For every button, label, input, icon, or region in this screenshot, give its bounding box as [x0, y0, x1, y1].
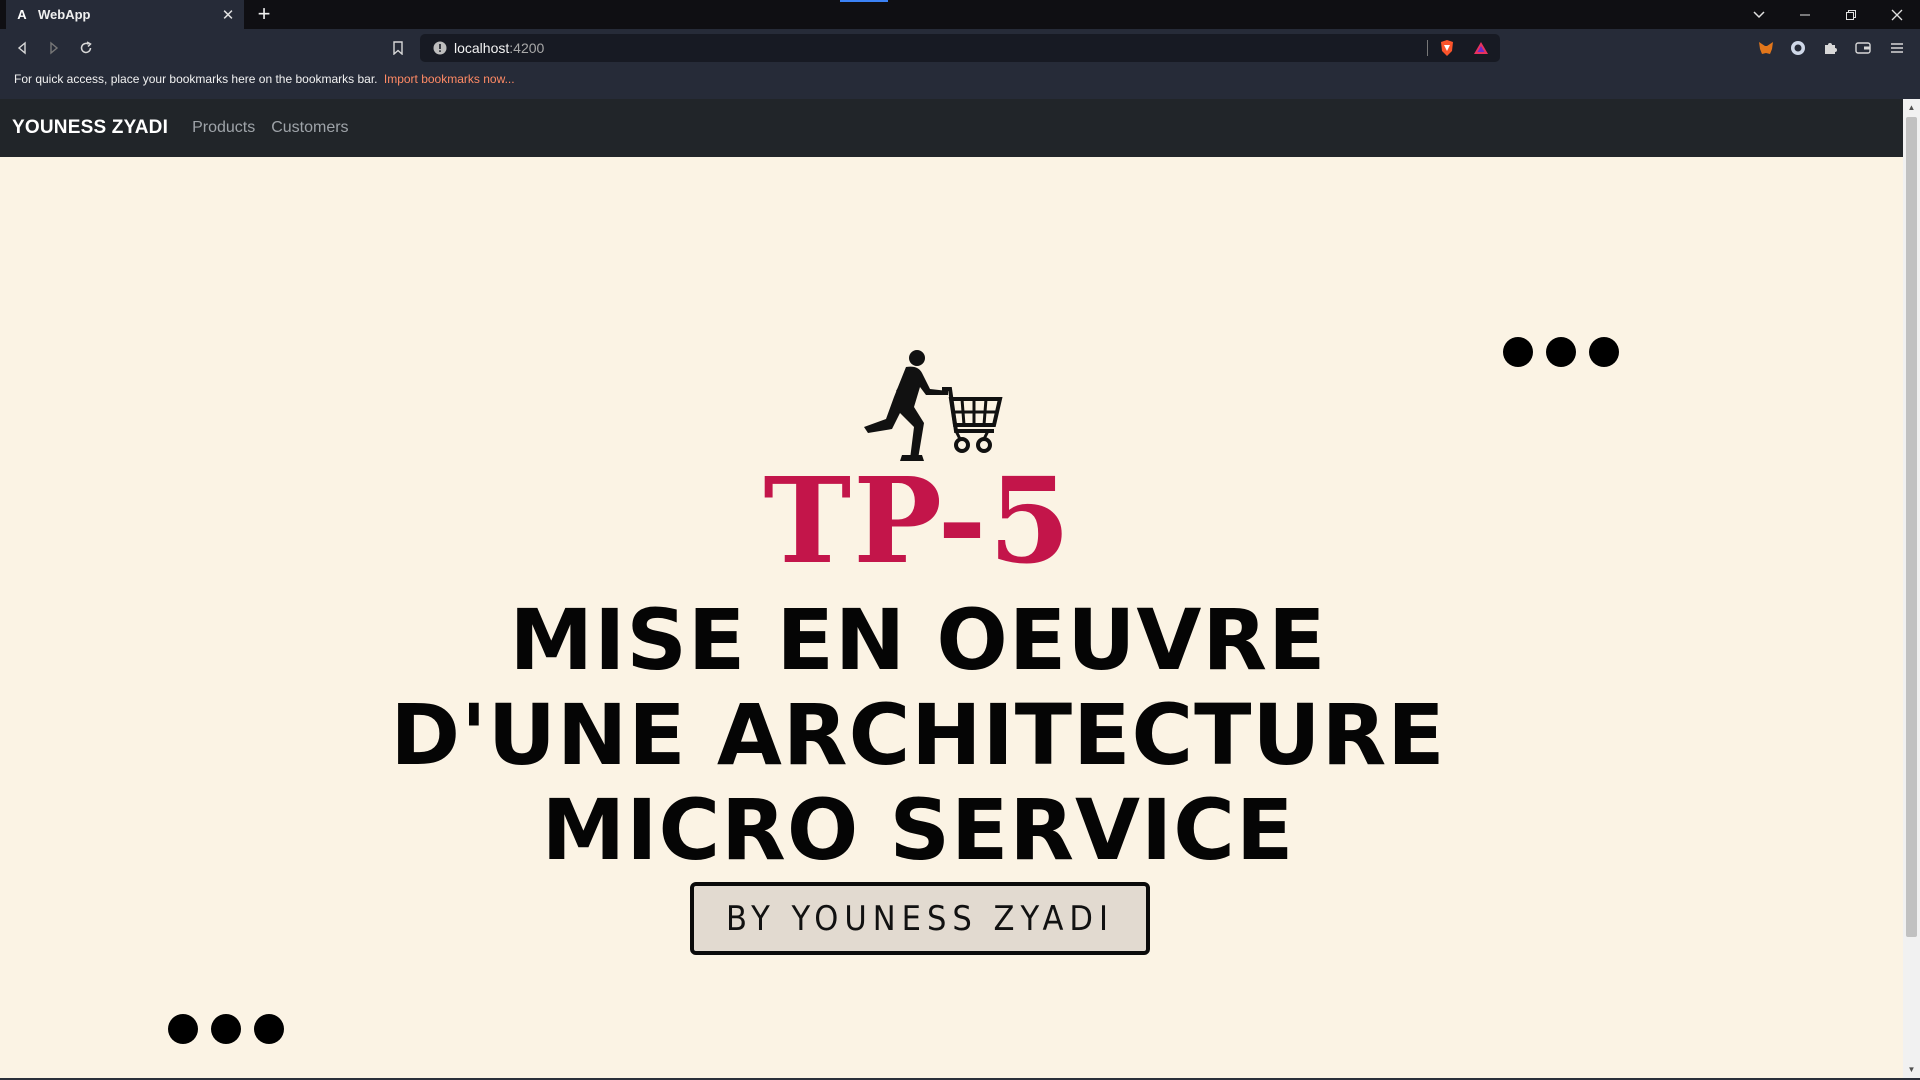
- headline-line-1: MISE EN OEUVRE: [509, 591, 1327, 689]
- forward-button[interactable]: [41, 35, 67, 61]
- reload-button[interactable]: [73, 35, 99, 61]
- scroll-up-arrow-icon[interactable]: ▲: [1903, 99, 1920, 115]
- bookmarks-bar: For quick access, place your bookmarks h…: [0, 67, 1920, 99]
- tab-favicon-icon: A: [17, 7, 27, 22]
- browser-tab-strip: A WebApp ✕ +: [0, 0, 1920, 29]
- dot: [1503, 337, 1533, 367]
- address-bar[interactable]: localhost:4200: [420, 34, 1500, 62]
- menu-hamburger-icon[interactable]: [1888, 39, 1906, 57]
- scrollbar-thumb[interactable]: [1906, 117, 1917, 937]
- bookmarks-hint-text: For quick access, place your bookmarks h…: [14, 72, 378, 86]
- shopping-cart-runner-icon: [864, 350, 1003, 461]
- site-info-icon[interactable]: [432, 40, 448, 56]
- new-tab-button[interactable]: +: [252, 3, 276, 27]
- decorative-dots-bottom-left: [168, 1014, 284, 1044]
- extensions-puzzle-icon[interactable]: [1821, 39, 1839, 57]
- tab-title: WebApp: [38, 7, 91, 22]
- tab-search-chevron-icon[interactable]: [1736, 0, 1782, 29]
- app-navbar: YOUNESS ZYADI Products Customers: [0, 99, 1903, 157]
- nav-link-customers[interactable]: Customers: [271, 119, 348, 137]
- scroll-down-arrow-icon[interactable]: ▼: [1903, 1061, 1920, 1077]
- hero-banner: TP-5 MISE EN OEUVRE D'UNE ARCHITECTURE M…: [0, 157, 1903, 1078]
- dot: [1589, 337, 1619, 367]
- brand-name[interactable]: YOUNESS ZYADI: [12, 117, 168, 139]
- metamask-fox-icon[interactable]: [1757, 39, 1775, 57]
- browser-toolbar: localhost:4200: [0, 29, 1920, 67]
- back-button[interactable]: [9, 35, 35, 61]
- bookmark-icon[interactable]: [385, 35, 411, 61]
- brave-shields-icon[interactable]: [1438, 39, 1456, 57]
- restore-button[interactable]: [1828, 0, 1874, 29]
- extension-circle-icon[interactable]: [1789, 39, 1807, 57]
- tab-strip-indicator: [840, 0, 888, 2]
- close-window-button[interactable]: [1874, 0, 1920, 29]
- minimize-button[interactable]: [1782, 0, 1828, 29]
- dot: [168, 1014, 198, 1044]
- url-text: localhost:4200: [454, 40, 545, 56]
- page-scrollbar[interactable]: ▲ ▼: [1903, 99, 1920, 1078]
- headline-line-3: MICRO SERVICE: [541, 781, 1295, 879]
- brave-rewards-icon[interactable]: [1472, 39, 1490, 57]
- byline-badge: BY YOUNESS ZYADI: [690, 882, 1150, 955]
- decorative-dots-top-right: [1503, 337, 1619, 367]
- address-bar-divider: [1427, 40, 1428, 56]
- nav-link-products[interactable]: Products: [192, 119, 255, 137]
- dot: [211, 1014, 241, 1044]
- headline-line-2: D'UNE ARCHITECTURE: [390, 686, 1446, 784]
- dot: [254, 1014, 284, 1044]
- tp-number-heading: TP-5: [763, 451, 1073, 590]
- dot: [1546, 337, 1576, 367]
- tab-close-icon[interactable]: ✕: [220, 7, 236, 24]
- browser-tab[interactable]: A WebApp ✕: [6, 0, 244, 29]
- import-bookmarks-link[interactable]: Import bookmarks now...: [384, 72, 515, 86]
- wallet-icon[interactable]: [1854, 39, 1872, 57]
